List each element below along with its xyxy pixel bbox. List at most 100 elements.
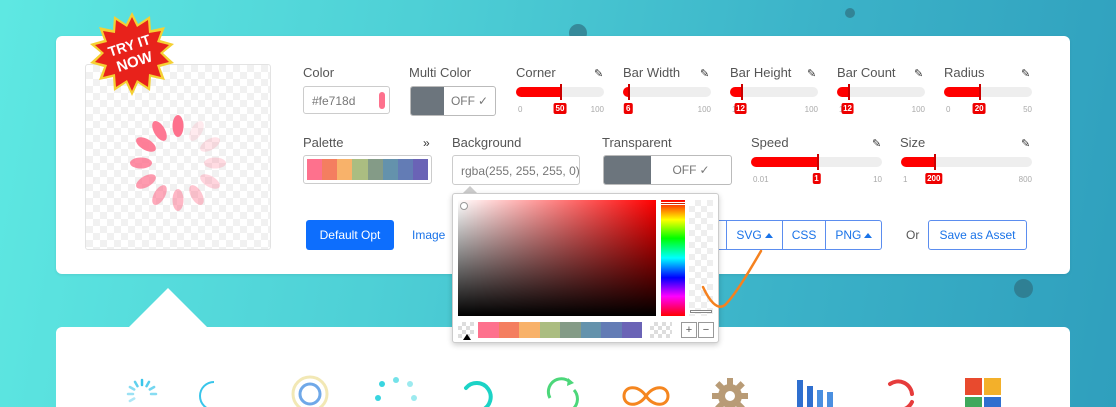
edit-pencil-icon[interactable]: ✎	[700, 67, 709, 80]
blocks-icon[interactable]	[964, 374, 1004, 407]
ring-icon[interactable]	[290, 374, 330, 407]
saturation-area[interactable]	[458, 200, 656, 316]
chevrons-down-icon[interactable]: »	[423, 136, 430, 150]
palette-swatch[interactable]	[539, 322, 560, 338]
slider-max: 100	[697, 105, 711, 114]
multi-color-toggle[interactable]: OFF ✓	[410, 86, 496, 116]
background-field[interactable]: rgba(255, 255, 255, 0)	[452, 155, 580, 185]
caret-up-icon	[864, 232, 873, 238]
slider-max: 10	[873, 175, 882, 184]
corner-label: Corner	[516, 65, 556, 80]
speed-label: Speed	[751, 135, 789, 150]
dual-dots-icon[interactable]	[374, 374, 418, 407]
color-swatch[interactable]	[379, 92, 385, 109]
palette-label: Palette	[303, 135, 344, 150]
palette-swatch[interactable]	[307, 159, 323, 180]
format-label: SVG	[736, 228, 762, 242]
palette-swatch[interactable]	[498, 322, 519, 338]
slider-handle[interactable]	[740, 84, 743, 100]
toggle-knob	[411, 87, 444, 115]
slider-min: 1	[903, 175, 908, 184]
slider-handle[interactable]	[628, 84, 631, 100]
slider-handle[interactable]	[847, 84, 850, 100]
transparent-toggle[interactable]: OFF ✓	[603, 155, 732, 185]
transparent-swatch[interactable]	[650, 322, 672, 338]
slider-handle[interactable]	[560, 84, 562, 100]
hue-marker[interactable]	[660, 202, 686, 205]
edit-pencil-icon[interactable]: ✎	[1021, 137, 1030, 150]
color-field[interactable]: #fe718d	[303, 86, 390, 114]
remove-color-button[interactable]: −	[698, 322, 714, 338]
size-slider[interactable]: 1 800 200	[901, 154, 1032, 184]
slider-handle[interactable]	[933, 154, 936, 170]
caret-up-icon	[764, 232, 773, 238]
edit-pencil-icon[interactable]: ✎	[1021, 67, 1030, 80]
slider-value: 6	[624, 103, 633, 114]
color-value: #fe718d	[312, 94, 356, 108]
hue-slider[interactable]	[660, 200, 686, 316]
bar-height-slider[interactable]: 1 100 12	[730, 84, 818, 114]
arc-red-icon[interactable]	[878, 374, 918, 407]
edit-pencil-icon[interactable]: ✎	[914, 67, 923, 80]
arc-teal-icon[interactable]	[458, 374, 498, 407]
palette-swatch[interactable]	[397, 159, 413, 180]
palette-select[interactable]	[303, 155, 432, 184]
save-as-asset-button[interactable]: Save as Asset	[928, 220, 1027, 250]
bars-icon[interactable]	[794, 374, 834, 407]
palette-swatch[interactable]	[560, 322, 581, 338]
slider-value: 200	[925, 173, 943, 184]
toggle-knob	[604, 156, 651, 184]
radius-slider[interactable]: 0 50 20	[944, 84, 1032, 114]
picker-arrow	[463, 186, 477, 193]
spinner-dots-icon[interactable]	[122, 374, 162, 407]
slider-min: 0	[518, 105, 523, 114]
palette-swatch[interactable]	[580, 322, 601, 338]
palette-swatch[interactable]	[367, 159, 383, 180]
edit-pencil-icon[interactable]: ✎	[807, 67, 816, 80]
slider-max: 800	[1018, 175, 1032, 184]
palette-swatch[interactable]	[621, 322, 642, 338]
slider-handle[interactable]	[979, 84, 982, 100]
palette-swatch[interactable]	[382, 159, 398, 180]
default-opt-button[interactable]: Default Opt	[306, 220, 394, 250]
palette-swatch[interactable]	[412, 159, 428, 180]
palette-swatch[interactable]	[478, 322, 499, 338]
slider-value: 12	[734, 103, 747, 114]
slider-fill	[901, 157, 934, 167]
format-button-png[interactable]: PNG	[825, 221, 881, 249]
edit-pencil-icon[interactable]: ✎	[594, 67, 603, 80]
try-it-now-badge[interactable]: TRY IT NOW	[88, 10, 176, 98]
slider-max: 100	[590, 105, 604, 114]
arc-spinner-icon[interactable]	[198, 374, 238, 407]
edit-pencil-icon[interactable]: ✎	[872, 137, 881, 150]
slider-fill	[730, 87, 741, 97]
palette-swatch[interactable]	[322, 159, 338, 180]
image-link[interactable]: Image	[412, 228, 445, 242]
slider-max: 100	[911, 105, 925, 114]
decor-dot	[1014, 279, 1033, 298]
card-notch	[128, 288, 208, 328]
slider-handle[interactable]	[816, 154, 819, 170]
bar-width-slider[interactable]: 0 100 6	[623, 84, 711, 114]
corner-slider[interactable]: 0 100 50	[516, 84, 604, 114]
gear-icon[interactable]	[710, 374, 750, 407]
infinity-icon[interactable]	[620, 374, 672, 407]
saturation-cursor[interactable]	[460, 202, 468, 210]
add-color-button[interactable]: +	[681, 322, 697, 338]
palette-swatch[interactable]	[337, 159, 353, 180]
background-label: Background	[452, 135, 522, 150]
decor-dot	[845, 8, 855, 18]
slider-value: 20	[972, 103, 986, 114]
format-button-css[interactable]: CSS	[781, 221, 826, 249]
palette-swatch[interactable]	[519, 322, 540, 338]
palette-swatch[interactable]	[352, 159, 368, 180]
bar-count-slider[interactable]: 1 100 12	[837, 84, 925, 114]
palette-swatch[interactable]	[601, 322, 622, 338]
loader-gallery	[0, 370, 1116, 407]
picker-palette[interactable]	[478, 322, 642, 338]
format-label: CSS	[791, 228, 817, 242]
refresh-icon[interactable]	[542, 374, 582, 407]
speed-slider[interactable]: 0.01 10 1	[751, 154, 882, 184]
radius-label: Radius	[944, 65, 985, 80]
selected-marker-icon	[463, 334, 471, 340]
